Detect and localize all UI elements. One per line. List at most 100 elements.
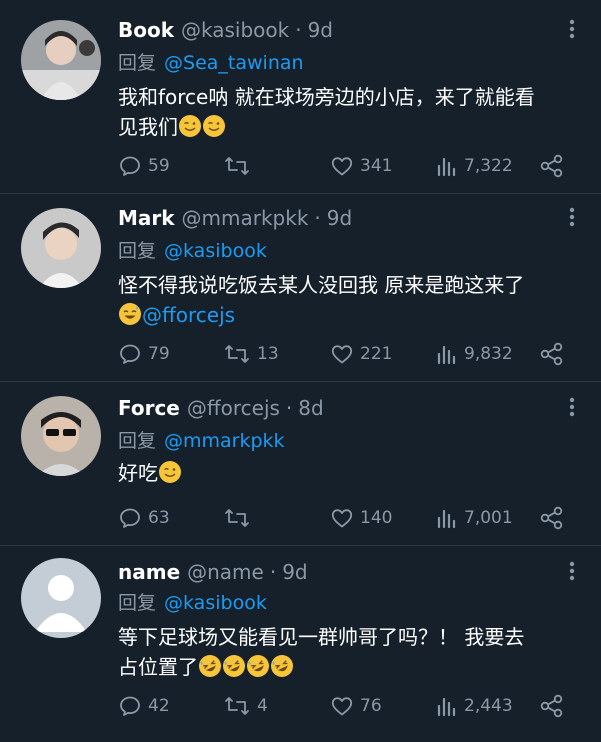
share-button[interactable]	[538, 341, 566, 367]
reply-tweet[interactable]: Force @fforcejs · 8d 回复 @mmarkpkk 好吃 63 140	[0, 382, 601, 544]
like-button[interactable]: 341	[330, 153, 392, 179]
retweet-button[interactable]	[223, 153, 257, 179]
reply-icon	[120, 508, 140, 528]
reply-prefix: 回复	[118, 592, 157, 614]
retweet-icon	[225, 509, 249, 527]
like-count: 140	[360, 508, 393, 528]
more-options-icon[interactable]	[564, 18, 580, 40]
timestamp[interactable]: 9d	[282, 560, 307, 584]
more-options-icon[interactable]	[564, 396, 580, 418]
views-count: 2,443	[464, 696, 513, 716]
tweet-actions: 63 140 7,001	[118, 505, 588, 531]
views-button[interactable]: 2,443	[436, 693, 513, 719]
reply-button[interactable]: 59	[118, 153, 170, 179]
reply-mention-link[interactable]: @kasibook	[164, 240, 267, 262]
reply-count: 79	[148, 344, 170, 364]
rofl-emoji	[247, 655, 269, 677]
like-button[interactable]: 221	[330, 341, 392, 367]
heart-icon	[331, 509, 353, 528]
views-button[interactable]: 7,001	[436, 505, 513, 531]
author-handle[interactable]: @kasibook	[181, 18, 289, 42]
reply-count: 42	[148, 696, 170, 716]
avatar[interactable]	[21, 208, 101, 288]
like-button[interactable]: 140	[330, 505, 392, 531]
tweet-actions: 59 341 7,322	[118, 153, 588, 179]
author-name[interactable]: name	[118, 560, 180, 584]
like-count: 221	[360, 344, 393, 364]
reply-count: 63	[148, 508, 170, 528]
retweet-button[interactable]	[223, 505, 257, 531]
more-options-icon[interactable]	[564, 560, 580, 582]
tweet-text-line: 等下足球场又能看见一群帅哥了吗？！ 我要去	[118, 625, 525, 649]
views-chart-icon	[437, 697, 456, 717]
author-line: Mark @mmarkpkk · 9d	[118, 206, 353, 230]
tweet-text-line-2: 占位置了	[118, 652, 588, 682]
views-button[interactable]: 9,832	[436, 341, 513, 367]
author-name[interactable]: Book	[118, 18, 174, 42]
rofl-emoji	[223, 655, 245, 677]
reply-prefix: 回复	[118, 52, 157, 74]
default-avatar[interactable]	[21, 558, 101, 638]
retweet-icon	[225, 157, 249, 175]
reply-icon	[120, 156, 140, 176]
share-button[interactable]	[538, 693, 566, 719]
reply-button[interactable]: 79	[118, 341, 170, 367]
text-mention-link[interactable]: @fforcejs	[142, 303, 235, 327]
wink-face-emoji	[159, 461, 181, 483]
timestamp[interactable]: 9d	[308, 18, 333, 42]
avatar[interactable]	[21, 396, 101, 476]
reply-icon	[120, 344, 140, 364]
tweet-text-line-2: 见我们	[118, 112, 588, 142]
like-count: 76	[360, 696, 382, 716]
like-button[interactable]: 76	[330, 693, 382, 719]
timestamp[interactable]: 9d	[327, 206, 352, 230]
author-handle[interactable]: @fforcejs	[187, 396, 280, 420]
share-button[interactable]	[538, 153, 566, 179]
reply-tweet[interactable]: name @name · 9d 回复 @kasibook 等下足球场又能看见一群帅哥了…	[0, 546, 601, 742]
author-handle[interactable]: @mmarkpkk	[182, 206, 309, 230]
reply-mention-link[interactable]: @mmarkpkk	[164, 430, 285, 452]
author-name[interactable]: Force	[118, 396, 180, 420]
more-options-icon[interactable]	[564, 206, 580, 228]
replying-to: 回复 @mmarkpkk	[118, 426, 285, 453]
tweet-text-line-2: @fforcejs	[118, 300, 588, 330]
share-button[interactable]	[538, 505, 566, 531]
avatar[interactable]	[21, 20, 101, 100]
reply-mention-link[interactable]: @Sea_tawinan	[164, 52, 304, 74]
share-icon	[540, 506, 563, 530]
tweet-text-line: 怪不得我说吃饭去某人没回我 原来是跑这来了	[118, 273, 525, 297]
author-line: name @name · 9d	[118, 560, 308, 584]
retweet-button[interactable]: 4	[223, 693, 268, 719]
reply-mention-link[interactable]: @kasibook	[164, 592, 267, 614]
reply-thread: Book @kasibook · 9d 回复 @Sea_tawinan 我和force…	[0, 0, 601, 742]
views-count: 9,832	[464, 344, 513, 364]
wink-face-emoji	[179, 115, 201, 137]
reply-button[interactable]: 63	[118, 505, 170, 531]
timestamp[interactable]: 8d	[298, 396, 323, 420]
replying-to: 回复 @kasibook	[118, 588, 267, 615]
reply-prefix: 回复	[118, 240, 157, 262]
rofl-emoji	[199, 655, 221, 677]
reply-tweet[interactable]: Book @kasibook · 9d 回复 @Sea_tawinan 我和force…	[0, 0, 601, 192]
author-name[interactable]: Mark	[118, 206, 175, 230]
sweat-smile-emoji	[119, 303, 141, 325]
retweet-button[interactable]: 13	[223, 341, 279, 367]
reply-button[interactable]: 42	[118, 693, 170, 719]
tweet-text: 等下足球场又能看见一群帅哥了吗？！ 我要去 占位置了	[118, 622, 588, 682]
reply-count: 59	[148, 156, 170, 176]
views-chart-icon	[437, 157, 456, 177]
tweet-text: 怪不得我说吃饭去某人没回我 原来是跑这来了 @fforcejs	[118, 270, 588, 330]
views-button[interactable]: 7,322	[436, 153, 513, 179]
author-line: Force @fforcejs · 8d	[118, 396, 324, 420]
retweet-icon	[225, 345, 249, 363]
author-handle[interactable]: @name	[187, 560, 264, 584]
retweet-count: 13	[257, 344, 279, 364]
share-icon	[540, 154, 563, 178]
share-icon	[540, 342, 563, 366]
retweet-icon	[225, 697, 249, 715]
tweet-text: 好吃	[118, 458, 588, 488]
author-line: Book @kasibook · 9d	[118, 18, 333, 42]
reply-tweet[interactable]: Mark @mmarkpkk · 9d 回复 @kasibook 怪不得我说吃饭去某人…	[0, 194, 601, 380]
tweet-actions: 79 13 221 9,832	[118, 341, 588, 367]
replying-to: 回复 @Sea_tawinan	[118, 48, 304, 75]
